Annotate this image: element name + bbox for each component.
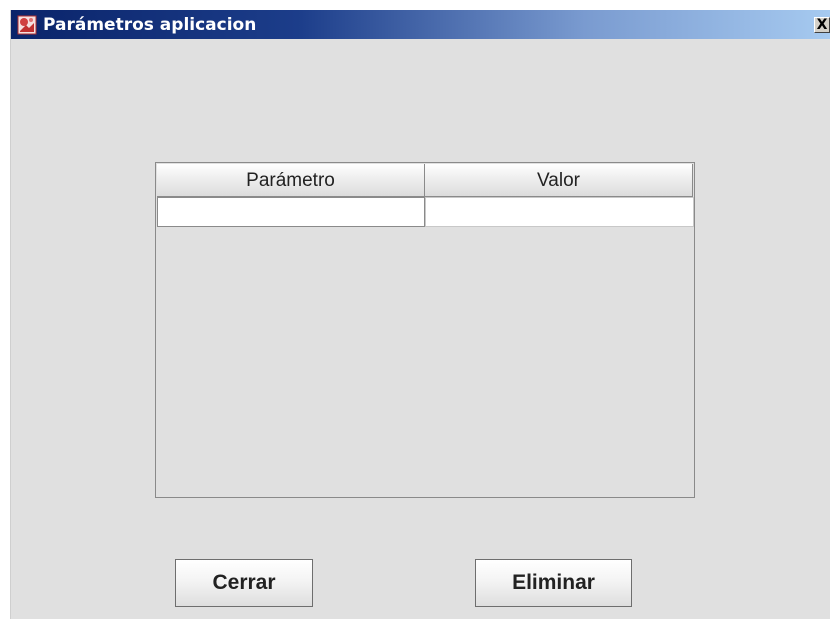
cell-valor[interactable] <box>425 197 694 227</box>
title-bar[interactable]: Parámetros aplicacion X <box>11 10 830 39</box>
cell-parametro[interactable] <box>157 197 425 227</box>
parameters-dialog: Parámetros aplicacion X Parámetro Valor … <box>10 10 830 619</box>
eliminar-button[interactable]: Eliminar <box>475 559 632 607</box>
table-header: Parámetro Valor <box>157 164 695 197</box>
close-icon: X <box>816 17 828 33</box>
table-row[interactable] <box>157 197 694 227</box>
parameters-table[interactable]: Parámetro Valor <box>155 162 695 498</box>
window-title: Parámetros aplicacion <box>43 15 257 35</box>
close-button[interactable]: X <box>814 17 830 33</box>
column-header-valor[interactable]: Valor <box>425 164 693 197</box>
column-header-parametro[interactable]: Parámetro <box>157 164 425 197</box>
app-icon <box>17 15 37 35</box>
cerrar-button[interactable]: Cerrar <box>175 559 313 607</box>
